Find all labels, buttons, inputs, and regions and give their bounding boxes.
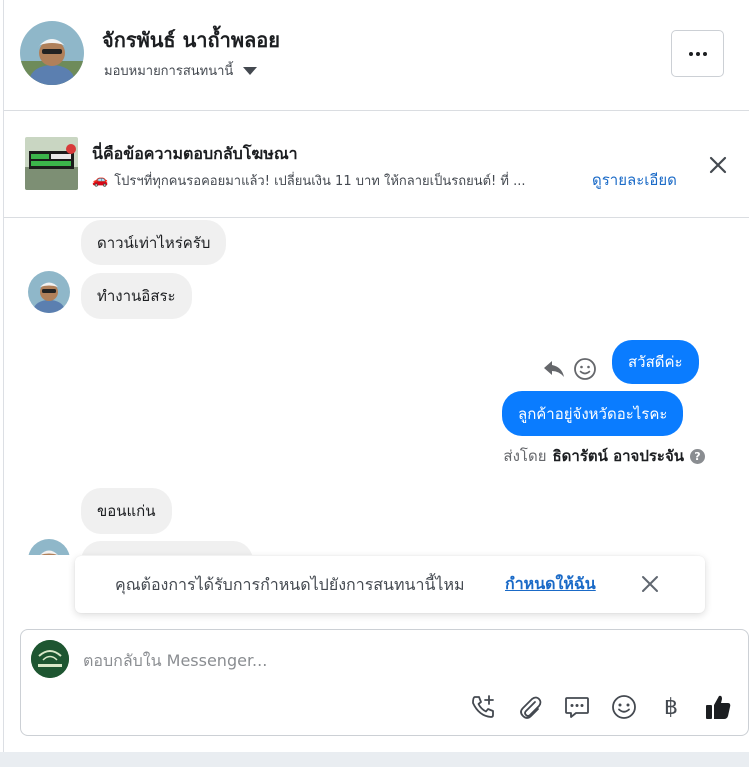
message-composer: ฿	[20, 629, 749, 736]
contact-avatar-small	[28, 271, 70, 313]
sent-by-prefix: ส่งโดย	[503, 447, 547, 465]
assign-prompt-text: คุณต้องการได้รับการกำหนดไปยังการสนทนานี้…	[115, 575, 465, 594]
close-icon[interactable]	[639, 573, 661, 595]
emoji-react-icon[interactable]	[572, 356, 598, 382]
reply-icon[interactable]	[541, 356, 567, 382]
more-options-button[interactable]	[671, 30, 724, 77]
incoming-message[interactable]: ดาวน์เท่าไหร่ครับ	[81, 220, 227, 265]
incoming-message[interactable]: ทำงานอิสระ	[81, 273, 192, 319]
thumbs-up-icon[interactable]	[703, 692, 733, 722]
ad-title: นี่คือข้อความตอบกลับโฆษณา	[92, 144, 298, 163]
more-icon	[688, 51, 707, 56]
chevron-down-icon	[243, 66, 258, 75]
close-icon[interactable]	[706, 153, 730, 177]
paperclip-icon[interactable]	[515, 692, 545, 722]
incoming-message[interactable]: ขอนแก่น	[81, 488, 172, 534]
help-icon[interactable]: ?	[690, 448, 705, 464]
ad-description-row: 🚗 โปรฯที่ทุกคนรอคอยมาแล้ว! เปลี่ยนเงิน 1…	[92, 170, 584, 191]
outgoing-message[interactable]: สวัสดีค่ะ	[612, 340, 699, 384]
sent-by-row: ส่งโดย ธิดารัตน์ อาจประจัน ?	[503, 444, 705, 468]
assign-conversation-dropdown[interactable]: มอบหมายการสนทนานี้	[104, 60, 258, 81]
window-bottom-strip	[0, 752, 749, 767]
message-thread: ดาวน์เท่าไหร่ครับ ทำงานอิสระ สวัสดีค่ะ ล…	[4, 219, 749, 555]
contact-avatar[interactable]	[20, 21, 84, 85]
conversation-header: จักรพันธ์ นาถ้ำพลอย มอบหมายการสนทนานี้	[4, 0, 749, 111]
page-avatar	[31, 640, 69, 678]
contact-avatar-small	[28, 539, 70, 555]
emoji-icon[interactable]	[609, 692, 639, 722]
ad-reply-banner: นี่คือข้อความตอบกลับโฆษณา 🚗 โปรฯที่ทุกคน…	[4, 112, 749, 218]
assign-conversation-label: มอบหมายการสนทนานี้	[104, 64, 234, 79]
ad-details-link[interactable]: ดูรายละเอียด	[592, 168, 677, 192]
saved-reply-icon[interactable]	[562, 692, 592, 722]
conversation-panel: จักรพันธ์ นาถ้ำพลอย มอบหมายการสนทนานี้ น…	[0, 0, 749, 767]
ad-thumbnail	[25, 137, 78, 190]
assign-to-me-link[interactable]: กำหนดให้ฉัน	[505, 572, 596, 597]
outgoing-message[interactable]: ลูกค้าอยู่จังหวัดอะไรคะ	[502, 391, 684, 436]
car-icon: 🚗	[92, 173, 109, 188]
incoming-message-partial[interactable]	[81, 541, 253, 555]
reply-input[interactable]	[83, 648, 683, 672]
add-call-icon[interactable]	[468, 692, 498, 722]
ad-description: โปรฯที่ทุกคนรอคอยมาแล้ว! เปลี่ยนเงิน 11 …	[114, 174, 526, 189]
contact-name[interactable]: จักรพันธ์ นาถ้ำพลอย	[102, 24, 280, 56]
assign-to-me-prompt: คุณต้องการได้รับการกำหนดไปยังการสนทนานี้…	[75, 556, 705, 613]
baht-icon[interactable]: ฿	[656, 692, 686, 722]
sent-by-agent-name: ธิดารัตน์ อาจประจัน	[552, 447, 685, 465]
